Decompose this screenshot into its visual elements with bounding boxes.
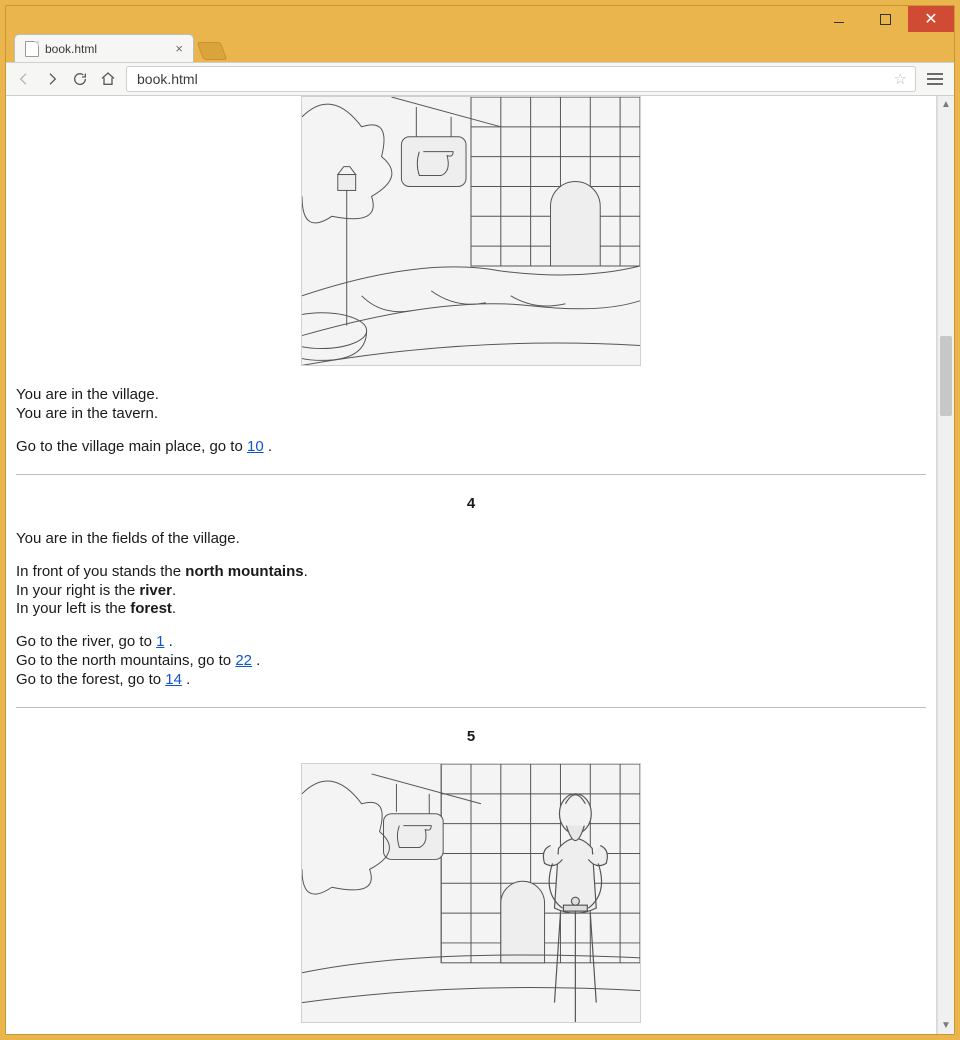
text-fragment: Go to the village main place, go to — [16, 438, 247, 455]
text-fragment: . — [172, 600, 176, 617]
text-fragment: Go to the north mountains, go to — [16, 652, 235, 669]
scrollbar-thumb[interactable] — [940, 336, 952, 416]
scroll-down-arrow-icon[interactable]: ▼ — [938, 1017, 954, 1034]
address-bar[interactable]: ☆ — [126, 66, 916, 92]
browser-window: book.html × ☆ — [5, 5, 955, 1035]
bold-term: north mountains — [185, 563, 303, 580]
text-line: You are in the village. — [16, 386, 159, 403]
bold-term: river — [139, 582, 172, 599]
page-link-22[interactable]: 22 — [235, 652, 252, 669]
section-text: In front of you stands the north mountai… — [16, 563, 926, 619]
window-minimize-button[interactable] — [816, 6, 862, 32]
text-fragment: In front of you stands the — [16, 563, 185, 580]
viewport-wrap: You are in the village. You are in the t… — [6, 96, 954, 1034]
section-text: You are in the village. You are in the t… — [16, 386, 926, 424]
section-number: 5 — [16, 728, 926, 747]
new-tab-button[interactable] — [197, 42, 228, 60]
illustration-tavern — [301, 96, 641, 366]
window-titlebar — [6, 6, 954, 32]
page-content: You are in the village. You are in the t… — [6, 96, 936, 1034]
tab-title: book.html — [45, 42, 97, 56]
window-maximize-button[interactable] — [862, 6, 908, 32]
section-number: 4 — [16, 495, 926, 514]
page-viewport[interactable]: You are in the village. You are in the t… — [6, 96, 937, 1034]
page-link-14[interactable]: 14 — [165, 671, 182, 688]
text-fragment: Go to the forest, go to — [16, 671, 165, 688]
nav-reload-button[interactable] — [70, 69, 90, 89]
text-fragment: . — [304, 563, 308, 580]
nav-forward-button[interactable] — [42, 69, 62, 89]
hamburger-menu-button[interactable] — [924, 73, 946, 85]
url-input[interactable] — [135, 70, 888, 88]
bookmark-star-icon[interactable]: ☆ — [894, 70, 907, 88]
choice-block: Go to the river, go to 1 . Go to the nor… — [16, 633, 926, 689]
section-text: You are in the fields of the village. — [16, 530, 926, 549]
bold-term: forest — [130, 600, 172, 617]
file-icon — [25, 41, 39, 57]
section-divider — [16, 707, 926, 708]
scroll-up-arrow-icon[interactable]: ▲ — [938, 96, 954, 113]
text-fragment: . — [164, 633, 172, 650]
text-fragment: . — [252, 652, 260, 669]
text-fragment: . — [264, 438, 272, 455]
nav-back-button[interactable] — [14, 69, 34, 89]
section-divider — [16, 474, 926, 475]
text-fragment: . — [182, 671, 190, 688]
choice-line: Go to the village main place, go to 10 . — [16, 438, 926, 457]
text-line: You are in the tavern. — [16, 405, 158, 422]
text-fragment: In your right is the — [16, 582, 139, 599]
text-fragment: . — [172, 582, 176, 599]
text-fragment: In your left is the — [16, 600, 130, 617]
page-link-10[interactable]: 10 — [247, 438, 264, 455]
nav-home-button[interactable] — [98, 69, 118, 89]
browser-toolbar: ☆ — [6, 62, 954, 96]
window-close-button[interactable] — [908, 6, 954, 32]
tab-strip: book.html × — [6, 32, 954, 62]
vertical-scrollbar[interactable]: ▲ ▼ — [937, 96, 954, 1034]
text-fragment: Go to the river, go to — [16, 633, 156, 650]
tab-close-icon[interactable]: × — [175, 41, 183, 56]
browser-tab[interactable]: book.html × — [14, 34, 194, 62]
illustration-knight — [301, 763, 641, 1023]
